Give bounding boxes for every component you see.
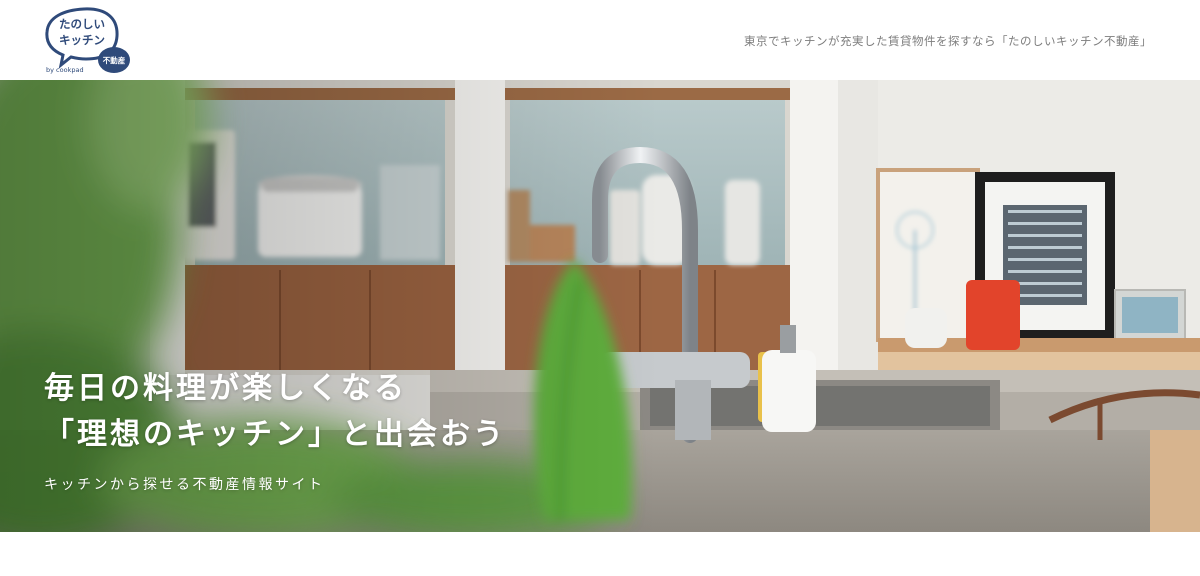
hero-headline-line1: 毎日の料理が楽しくなる	[44, 371, 407, 406]
hero-subline: キッチンから探せる不動産情報サイト	[44, 477, 325, 493]
logo-badge: 不動産	[103, 55, 126, 65]
site-header: たのしい キッチン by cookpad 不動産 東京でキッチンが充実した賃貸物…	[0, 0, 1200, 80]
hero-headline-line2: 「理想のキッチン」と出会おう	[44, 417, 506, 452]
hero-headline: 毎日の料理が楽しくなる 「理想のキッチン」と出会おう	[44, 366, 506, 458]
logo-line2: キッチン	[59, 33, 105, 47]
logo-byline: by cookpad	[46, 66, 84, 74]
logo-line1: たのしい	[59, 17, 105, 31]
site-logo[interactable]: たのしい キッチン by cookpad 不動産	[44, 6, 132, 76]
hero-copy: 毎日の料理が楽しくなる 「理想のキッチン」と出会おう キッチンから探せる不動産情…	[44, 366, 506, 494]
header-tagline: 東京でキッチンが充実した賃貸物件を探すなら「たのしいキッチン不動産」	[744, 34, 1152, 48]
page-section-below-hero	[0, 532, 1200, 576]
logo-mark-icon: たのしい キッチン by cookpad 不動産	[45, 7, 130, 74]
hero-banner: 毎日の料理が楽しくなる 「理想のキッチン」と出会おう キッチンから探せる不動産情…	[0, 80, 1200, 532]
